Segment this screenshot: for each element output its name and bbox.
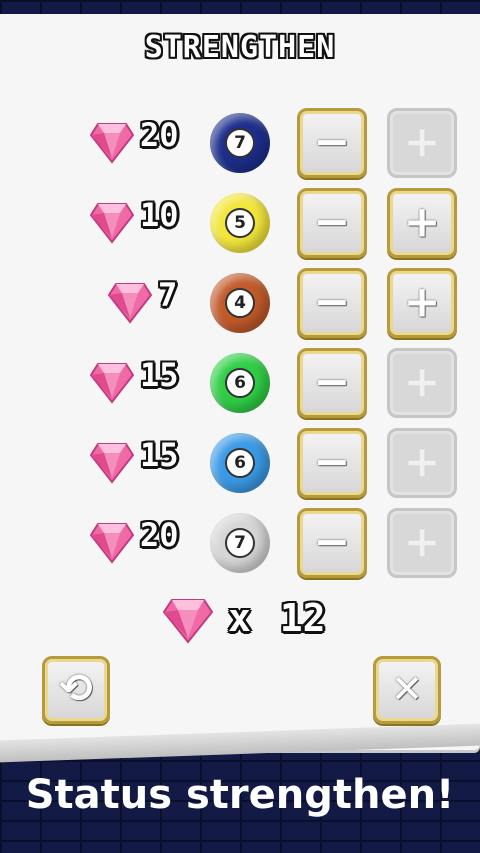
cost-value: 20 [140,516,179,554]
plus-icon: + [403,276,441,328]
increase-button[interactable]: + [387,188,457,258]
plus-icon: + [403,356,441,408]
decrease-button[interactable]: − [297,508,367,578]
minus-icon: − [313,356,351,408]
minus-icon: − [313,436,351,488]
cost-value: 15 [140,356,179,394]
decrease-button[interactable]: − [297,348,367,418]
level-value: 5 [225,208,255,238]
plus-icon: + [403,116,441,168]
upgrade-row: 15 6 − + [0,346,480,418]
minus-icon: − [313,196,351,248]
cost-value: 10 [140,196,179,234]
plus-icon: + [403,436,441,488]
cost-value: 20 [140,116,179,154]
upgrade-row: 20 7 − + [0,106,480,178]
gem-icon [162,599,214,644]
gem-icon [108,283,152,324]
sword-icon: 6 [210,433,270,493]
gem-icon [90,203,134,244]
gem-count-value: 12 [279,596,326,640]
increase-button[interactable]: + [387,508,457,578]
potion-icon: 6 [210,353,270,413]
bars-icon: 7 [210,113,270,173]
cost-value: 15 [140,436,179,474]
coin-icon: 5 [210,193,270,253]
close-button[interactable]: ✕ [373,656,441,724]
upgrade-row: 15 6 − + [0,426,480,498]
plus-icon: + [403,196,441,248]
decrease-button[interactable]: − [297,188,367,258]
minus-icon: − [313,516,351,568]
close-icon: ✕ [391,667,423,712]
level-value: 4 [225,288,255,318]
decrease-button[interactable]: − [297,428,367,498]
gem-icon [90,363,134,404]
level-value: 7 [225,528,255,558]
increase-button[interactable]: + [387,108,457,178]
increase-button[interactable]: + [387,268,457,338]
caption-text: Status strengthen! [25,772,455,818]
upgrade-row: 10 5 − + [0,186,480,258]
reset-icon: ⟲ [59,666,93,713]
gem-total: x 12 [228,596,326,640]
level-value: 6 [225,448,255,478]
plus-icon: + [403,516,441,568]
minus-icon: − [313,116,351,168]
gem-icon [90,123,134,164]
level-value: 7 [225,128,255,158]
gem-multiplier: x [228,596,251,640]
minus-icon: − [313,276,351,328]
upgrade-row: 20 7 − + [0,506,480,578]
increase-button[interactable]: + [387,348,457,418]
knight-icon: 7 [210,513,270,573]
decrease-button[interactable]: − [297,108,367,178]
reset-button[interactable]: ⟲ [42,656,110,724]
cost-value: 7 [158,276,178,314]
gem-icon [90,523,134,564]
decrease-button[interactable]: − [297,268,367,338]
football-icon: 4 [210,273,270,333]
upgrade-row: 7 4 − + [0,266,480,338]
level-value: 6 [225,368,255,398]
page-title: STRENGTHEN [144,30,336,65]
gem-icon [90,443,134,484]
increase-button[interactable]: + [387,428,457,498]
